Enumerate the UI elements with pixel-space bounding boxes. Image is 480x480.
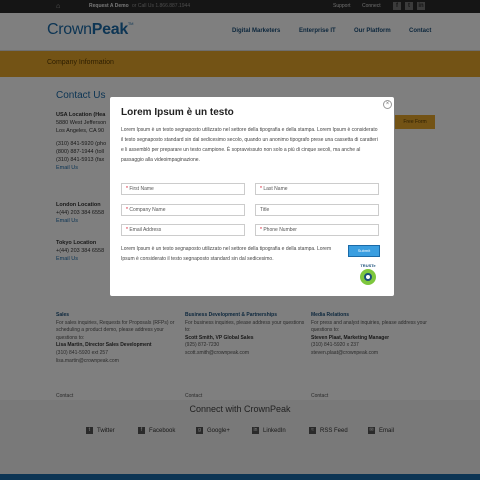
- modal-title: Lorem Ipsum è un testo: [121, 107, 234, 118]
- close-icon[interactable]: ×: [383, 100, 392, 109]
- last-name-field[interactable]: * Last Name: [255, 183, 379, 195]
- phone-number-placeholder: Phone Number: [263, 227, 297, 233]
- last-name-placeholder: Last Name: [263, 186, 288, 192]
- required-mark: *: [126, 227, 128, 233]
- email-address-field[interactable]: * Email Address: [121, 224, 245, 236]
- modal-note: Lorem Ipsum è un testo segnaposto utiliz…: [121, 246, 332, 262]
- required-mark: *: [126, 207, 128, 213]
- submit-button[interactable]: Submit: [348, 245, 380, 257]
- required-mark: *: [260, 186, 262, 192]
- email-address-placeholder: Email Address: [129, 227, 162, 233]
- title-placeholder: Title: [260, 207, 270, 213]
- truste-badge: [360, 269, 376, 285]
- title-field[interactable]: Title: [255, 204, 379, 216]
- required-mark: *: [126, 186, 128, 192]
- lead-form-modal: × Lorem Ipsum è un testo Lorem Ipsum è u…: [110, 97, 394, 296]
- modal-description: Lorem Ipsum è un testo segnaposto utiliz…: [121, 127, 378, 163]
- truste-badge-inner: [364, 273, 372, 281]
- required-mark: *: [260, 227, 262, 233]
- phone-number-field[interactable]: * Phone Number: [255, 224, 379, 236]
- company-name-field[interactable]: * Company Name: [121, 204, 245, 216]
- first-name-placeholder: First Name: [129, 186, 154, 192]
- company-name-placeholder: Company Name: [129, 207, 166, 213]
- truste-label: TRUSTe: [360, 263, 376, 268]
- first-name-field[interactable]: * First Name: [121, 183, 245, 195]
- truste-seal-icon[interactable]: TRUSTe: [357, 263, 379, 287]
